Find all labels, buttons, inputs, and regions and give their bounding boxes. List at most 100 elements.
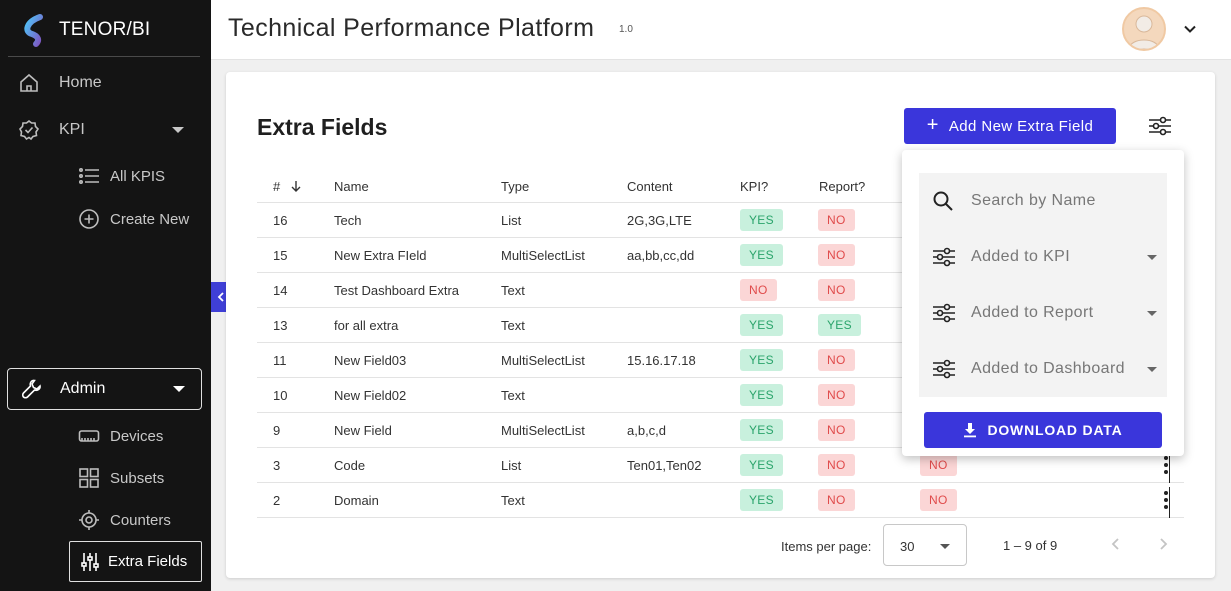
tune-icon [1149, 116, 1171, 136]
sidebar-item-create-new[interactable]: Create New [78, 208, 189, 230]
row-type: Text [501, 318, 525, 333]
column-header-name[interactable]: Name [334, 179, 369, 194]
column-header-number[interactable]: # [273, 179, 302, 194]
next-page-button[interactable] [1157, 537, 1169, 556]
report-badge: NO [818, 489, 855, 511]
report-badge: NO [818, 454, 855, 476]
filter-toggle-button[interactable] [1148, 115, 1172, 142]
sidebar-item-label: Devices [110, 427, 164, 445]
filter-popover: Search by Name Added to KPI Added to Rep… [902, 150, 1184, 456]
sliders-icon [81, 552, 99, 571]
avatar[interactable] [1122, 7, 1166, 51]
previous-page-button[interactable] [1110, 537, 1122, 556]
kpi-badge: YES [740, 419, 783, 441]
kpi-badge: YES [740, 349, 783, 371]
user-menu-button[interactable] [1182, 21, 1198, 42]
sidebar-item-devices[interactable]: Devices [78, 426, 163, 446]
row-type: MultiSelectList [501, 248, 585, 263]
page-range: 1 – 9 of 9 [1003, 538, 1058, 553]
added-to-dashboard-select[interactable]: Added to Dashboard [919, 341, 1167, 397]
download-data-label: DOWNLOAD DATA [987, 422, 1123, 438]
brand-name: TENOR/BI [59, 19, 151, 40]
added-to-report-select[interactable]: Added to Report [919, 285, 1167, 341]
sidebar-item-label: Counters [110, 511, 171, 529]
page-title: Extra Fields [257, 114, 388, 140]
row-name: Domain [334, 493, 379, 508]
sidebar: TENOR/BI Home KPI All KPIS Create New Ad… [0, 0, 211, 591]
chevron-down-icon [1184, 25, 1196, 33]
tune-icon [933, 359, 955, 379]
column-header-type[interactable]: Type [501, 179, 529, 194]
column-header-kpi[interactable]: KPI? [740, 179, 768, 194]
more-vert-icon-dot [1164, 456, 1168, 460]
row-id: 3 [273, 458, 281, 473]
row-name: New Field [334, 423, 392, 438]
sidebar-item-extra-fields[interactable]: Extra Fields [69, 541, 202, 582]
row-id: 10 [273, 388, 288, 403]
sidebar-item-label: Admin [60, 380, 106, 397]
row-id: 16 [273, 213, 288, 228]
app-title: Technical Performance Platform [228, 14, 595, 42]
sidebar-item-home[interactable]: Home [18, 70, 102, 96]
badge-check-icon [19, 119, 40, 141]
download-data-button[interactable]: DOWNLOAD DATA [924, 412, 1162, 448]
row-actions-menu-button[interactable] [1150, 452, 1170, 483]
kpi-badge: YES [740, 244, 783, 266]
add-extra-field-button[interactable]: + Add New Extra Field [904, 108, 1116, 144]
brand[interactable]: TENOR/BI [14, 12, 150, 48]
row-type: List [501, 458, 522, 473]
wrench-icon [21, 379, 41, 399]
page-size-select[interactable]: 30 [883, 524, 967, 566]
home-icon [20, 73, 38, 92]
device-icon [78, 430, 100, 442]
more-vert-icon-dot [1164, 470, 1168, 474]
sidebar-item-counters[interactable]: Counters [78, 509, 171, 531]
kpi-badge: YES [740, 454, 783, 476]
sidebar-item-label: KPI [59, 121, 85, 138]
row-id: 2 [273, 493, 281, 508]
kpi-badge: YES [740, 209, 783, 231]
row-content: aa,bb,cc,dd [627, 248, 695, 263]
row-name: Test Dashboard Extra [334, 283, 460, 298]
row-id: 15 [273, 248, 288, 263]
grid-icon [79, 468, 99, 488]
report-badge: NO [818, 279, 855, 301]
chevron-left-icon [1111, 538, 1119, 550]
column-header-content[interactable]: Content [627, 179, 673, 194]
column-header-report[interactable]: Report? [819, 179, 865, 194]
plus-circle-icon [79, 209, 99, 229]
list-icon [78, 167, 99, 185]
row-type: Text [501, 493, 525, 508]
table-row[interactable]: 2 Domain Text YES NO NO [257, 483, 1184, 518]
chevron-down-icon [1147, 255, 1157, 260]
user-avatar-icon [1128, 15, 1160, 49]
added-to-dashboard-label: Added to Dashboard [971, 360, 1125, 377]
sidebar-item-kpi[interactable]: KPI [18, 117, 188, 143]
row-name: for all extra [334, 318, 399, 333]
kpi-badge: YES [740, 489, 783, 511]
report-badge: NO [818, 419, 855, 441]
chevron-down-icon [1147, 367, 1157, 372]
row-actions-menu-button[interactable] [1150, 487, 1170, 518]
chevron-down-icon [172, 127, 184, 133]
app-version: 1.0 [619, 24, 633, 35]
added-to-report-label: Added to Report [971, 304, 1094, 321]
row-type: MultiSelectList [501, 423, 585, 438]
row-id: 11 [273, 353, 287, 368]
sidebar-item-admin[interactable]: Admin [7, 368, 202, 410]
search-input[interactable]: Search by Name [919, 173, 1167, 229]
more-vert-icon-dot [1164, 498, 1168, 502]
kpi-badge: YES [740, 384, 783, 406]
sidebar-item-all-kpis[interactable]: All KPIS [78, 166, 165, 186]
chevron-right-icon [1160, 538, 1168, 550]
sidebar-item-label: Create New [110, 210, 190, 228]
sidebar-item-label: Extra Fields [108, 553, 188, 570]
sidebar-item-subsets[interactable]: Subsets [78, 467, 164, 489]
chevron-down-icon [173, 386, 185, 392]
row-type: MultiSelectList [501, 353, 585, 368]
tune-icon [933, 247, 955, 267]
topbar: Technical Performance Platform 1.0 [211, 0, 1231, 60]
added-to-kpi-select[interactable]: Added to KPI [919, 229, 1167, 285]
tune-icon [933, 303, 955, 323]
row-content: 15.16.17.18 [627, 353, 696, 368]
